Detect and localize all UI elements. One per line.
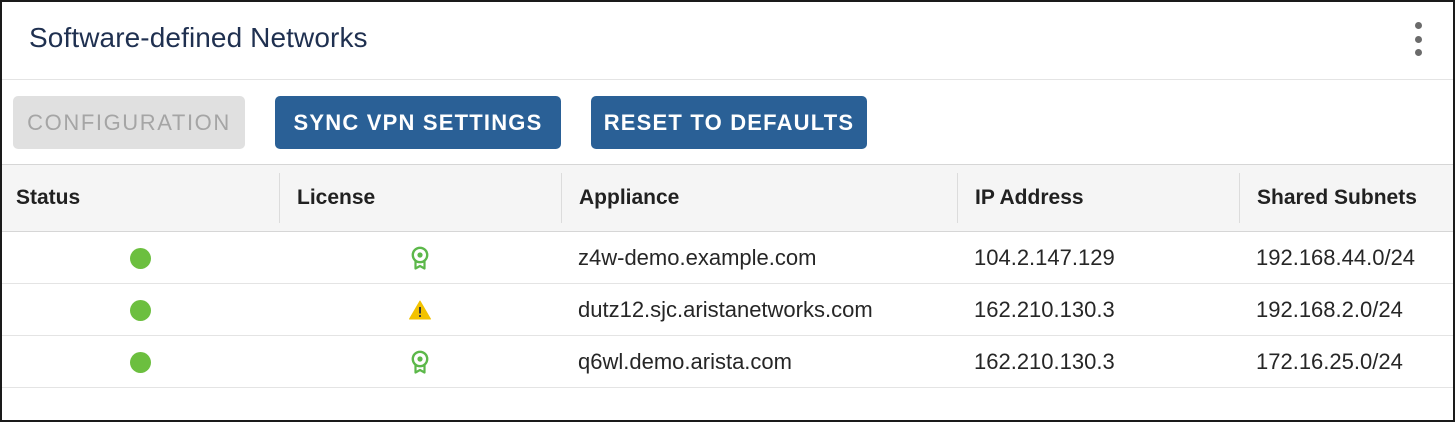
license-badge-icon xyxy=(411,246,429,270)
sdn-panel: Software-defined Networks CONFIGURATION … xyxy=(0,0,1455,422)
license-cell xyxy=(279,232,561,284)
status-cell xyxy=(2,336,279,388)
license-cell xyxy=(279,336,561,388)
status-cell xyxy=(2,232,279,284)
table-row[interactable]: q6wl.demo.arista.com 162.210.130.3 172.1… xyxy=(2,336,1453,388)
shared-subnets-cell: 192.168.2.0/24 xyxy=(1256,297,1403,322)
panel-header: Software-defined Networks xyxy=(2,2,1453,80)
toolbar: CONFIGURATION SYNC VPN SETTINGS RESET TO… xyxy=(2,80,1453,164)
ip-address-cell: 162.210.130.3 xyxy=(974,297,1115,322)
green-dot-icon xyxy=(130,351,151,373)
license-cell xyxy=(279,284,561,336)
column-header-appliance[interactable]: Appliance xyxy=(561,173,679,223)
table-header: Status License Appliance IP Address Shar… xyxy=(2,164,1453,232)
column-header-license[interactable]: License xyxy=(279,173,375,223)
green-dot-icon xyxy=(130,247,151,269)
table-row[interactable]: dutz12.sjc.aristanetworks.com 162.210.13… xyxy=(2,284,1453,336)
kebab-dot xyxy=(1414,49,1422,56)
appliance-cell: z4w-demo.example.com xyxy=(578,245,817,270)
appliance-cell: dutz12.sjc.aristanetworks.com xyxy=(578,297,873,322)
kebab-menu-icon[interactable] xyxy=(1411,22,1425,56)
green-dot-icon xyxy=(130,299,151,321)
networks-table: Status License Appliance IP Address Shar… xyxy=(2,164,1453,388)
appliance-cell: q6wl.demo.arista.com xyxy=(578,349,792,374)
ip-address-cell: 104.2.147.129 xyxy=(974,245,1115,270)
table-row[interactable]: z4w-demo.example.com 104.2.147.129 192.1… xyxy=(2,232,1453,284)
reset-to-defaults-button[interactable]: RESET TO DEFAULTS xyxy=(591,96,867,149)
column-header-ip-address[interactable]: IP Address xyxy=(957,173,1084,223)
sync-vpn-settings-button[interactable]: SYNC VPN SETTINGS xyxy=(275,96,561,149)
shared-subnets-cell: 192.168.44.0/24 xyxy=(1256,245,1416,270)
column-header-status[interactable]: Status xyxy=(2,165,80,231)
shared-subnets-cell: 172.16.25.0/24 xyxy=(1256,349,1403,374)
ip-address-cell: 162.210.130.3 xyxy=(974,349,1115,374)
warning-triangle-icon xyxy=(409,300,431,320)
kebab-dot xyxy=(1414,35,1422,43)
panel-title: Software-defined Networks xyxy=(29,22,368,53)
status-cell xyxy=(2,284,279,336)
kebab-dot xyxy=(1414,22,1422,29)
license-badge-icon xyxy=(411,350,429,374)
configuration-button: CONFIGURATION xyxy=(13,96,245,149)
column-header-shared-subnets[interactable]: Shared Subnets xyxy=(1239,173,1417,223)
